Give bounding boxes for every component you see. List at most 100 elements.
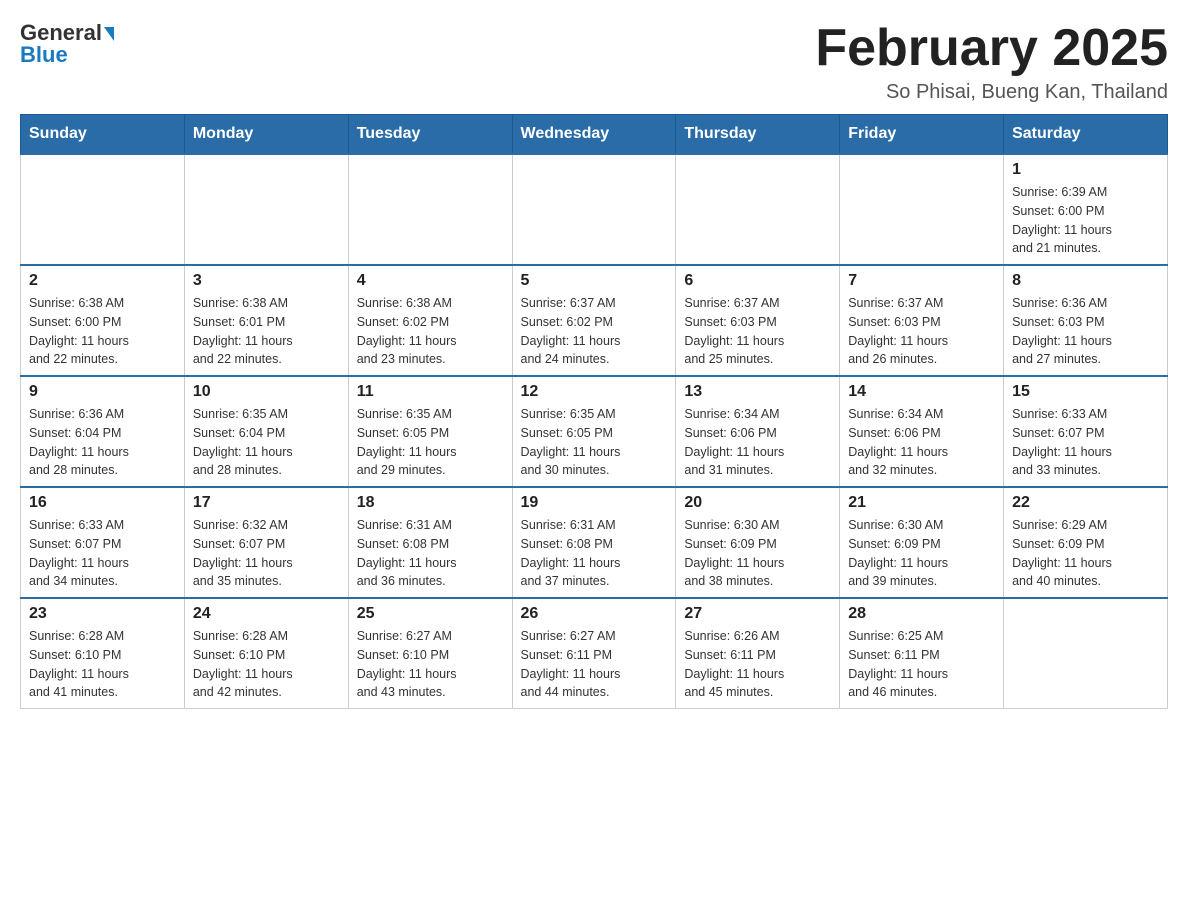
calendar-cell: 28 Sunrise: 6:25 AM Sunset: 6:11 PM Dayli… [840, 598, 1004, 709]
day-number: 6 [684, 272, 831, 290]
page-header: General Blue February 2025 So Phisai, Bu… [20, 20, 1168, 104]
weekday-header-wednesday: Wednesday [512, 115, 676, 155]
calendar-cell [184, 154, 348, 265]
day-number: 7 [848, 272, 995, 290]
calendar-table: SundayMondayTuesdayWednesdayThursdayFrid… [20, 114, 1168, 709]
calendar-cell: 8 Sunrise: 6:36 AM Sunset: 6:03 PM Daylig… [1004, 265, 1168, 376]
day-number: 20 [684, 494, 831, 512]
logo-triangle-icon [104, 27, 114, 41]
logo-blue-text: Blue [20, 42, 68, 68]
day-info: Sunrise: 6:35 AM Sunset: 6:05 PM Dayligh… [357, 405, 504, 480]
day-number: 10 [193, 383, 340, 401]
day-number: 5 [521, 272, 668, 290]
day-number: 18 [357, 494, 504, 512]
weekday-header-sunday: Sunday [21, 115, 185, 155]
day-info: Sunrise: 6:37 AM Sunset: 6:02 PM Dayligh… [521, 294, 668, 369]
day-info: Sunrise: 6:36 AM Sunset: 6:03 PM Dayligh… [1012, 294, 1159, 369]
day-info: Sunrise: 6:31 AM Sunset: 6:08 PM Dayligh… [357, 516, 504, 591]
day-info: Sunrise: 6:35 AM Sunset: 6:04 PM Dayligh… [193, 405, 340, 480]
day-info: Sunrise: 6:37 AM Sunset: 6:03 PM Dayligh… [684, 294, 831, 369]
day-number: 28 [848, 605, 995, 623]
day-number: 8 [1012, 272, 1159, 290]
day-info: Sunrise: 6:29 AM Sunset: 6:09 PM Dayligh… [1012, 516, 1159, 591]
calendar-cell: 15 Sunrise: 6:33 AM Sunset: 6:07 PM Dayli… [1004, 376, 1168, 487]
month-title: February 2025 [815, 20, 1168, 77]
calendar-cell: 3 Sunrise: 6:38 AM Sunset: 6:01 PM Daylig… [184, 265, 348, 376]
calendar-cell [21, 154, 185, 265]
calendar-cell: 26 Sunrise: 6:27 AM Sunset: 6:11 PM Dayli… [512, 598, 676, 709]
day-info: Sunrise: 6:37 AM Sunset: 6:03 PM Dayligh… [848, 294, 995, 369]
day-number: 9 [29, 383, 176, 401]
calendar-cell: 14 Sunrise: 6:34 AM Sunset: 6:06 PM Dayli… [840, 376, 1004, 487]
calendar-cell: 18 Sunrise: 6:31 AM Sunset: 6:08 PM Dayli… [348, 487, 512, 598]
calendar-week-1: 1 Sunrise: 6:39 AM Sunset: 6:00 PM Daylig… [21, 154, 1168, 265]
calendar-cell: 4Sunrise: 6:38 AM Sunset: 6:02 PM Daylig… [348, 265, 512, 376]
day-info: Sunrise: 6:30 AM Sunset: 6:09 PM Dayligh… [684, 516, 831, 591]
weekday-header-thursday: Thursday [676, 115, 840, 155]
day-number: 23 [29, 605, 176, 623]
calendar-cell: 7 Sunrise: 6:37 AM Sunset: 6:03 PM Daylig… [840, 265, 1004, 376]
calendar-cell: 20 Sunrise: 6:30 AM Sunset: 6:09 PM Dayli… [676, 487, 840, 598]
day-info: Sunrise: 6:28 AM Sunset: 6:10 PM Dayligh… [29, 627, 176, 702]
calendar-cell: 12 Sunrise: 6:35 AM Sunset: 6:05 PM Dayli… [512, 376, 676, 487]
calendar-cell [512, 154, 676, 265]
calendar-cell: 2Sunrise: 6:38 AM Sunset: 6:00 PM Daylig… [21, 265, 185, 376]
day-number: 3 [193, 272, 340, 290]
calendar-week-4: 16Sunrise: 6:33 AM Sunset: 6:07 PM Dayli… [21, 487, 1168, 598]
calendar-cell: 24 Sunrise: 6:28 AM Sunset: 6:10 PM Dayli… [184, 598, 348, 709]
day-number: 22 [1012, 494, 1159, 512]
day-number: 24 [193, 605, 340, 623]
calendar-cell [1004, 598, 1168, 709]
weekday-header-row: SundayMondayTuesdayWednesdayThursdayFrid… [21, 115, 1168, 155]
day-info: Sunrise: 6:30 AM Sunset: 6:09 PM Dayligh… [848, 516, 995, 591]
calendar-cell [840, 154, 1004, 265]
calendar-week-5: 23 Sunrise: 6:28 AM Sunset: 6:10 PM Dayli… [21, 598, 1168, 709]
day-info: Sunrise: 6:35 AM Sunset: 6:05 PM Dayligh… [521, 405, 668, 480]
day-info: Sunrise: 6:34 AM Sunset: 6:06 PM Dayligh… [684, 405, 831, 480]
calendar-cell: 13 Sunrise: 6:34 AM Sunset: 6:06 PM Dayli… [676, 376, 840, 487]
calendar-cell: 6 Sunrise: 6:37 AM Sunset: 6:03 PM Daylig… [676, 265, 840, 376]
day-info: Sunrise: 6:39 AM Sunset: 6:00 PM Dayligh… [1012, 183, 1159, 258]
calendar-cell: 19 Sunrise: 6:31 AM Sunset: 6:08 PM Dayli… [512, 487, 676, 598]
calendar-week-2: 2Sunrise: 6:38 AM Sunset: 6:00 PM Daylig… [21, 265, 1168, 376]
calendar-cell: 25Sunrise: 6:27 AM Sunset: 6:10 PM Dayli… [348, 598, 512, 709]
day-info: Sunrise: 6:25 AM Sunset: 6:11 PM Dayligh… [848, 627, 995, 702]
day-number: 26 [521, 605, 668, 623]
calendar-cell: 9Sunrise: 6:36 AM Sunset: 6:04 PM Daylig… [21, 376, 185, 487]
calendar-cell: 1 Sunrise: 6:39 AM Sunset: 6:00 PM Daylig… [1004, 154, 1168, 265]
day-number: 19 [521, 494, 668, 512]
day-number: 27 [684, 605, 831, 623]
calendar-cell: 17 Sunrise: 6:32 AM Sunset: 6:07 PM Dayli… [184, 487, 348, 598]
calendar-cell: 23 Sunrise: 6:28 AM Sunset: 6:10 PM Dayli… [21, 598, 185, 709]
calendar-week-3: 9Sunrise: 6:36 AM Sunset: 6:04 PM Daylig… [21, 376, 1168, 487]
day-number: 1 [1012, 161, 1159, 179]
day-info: Sunrise: 6:33 AM Sunset: 6:07 PM Dayligh… [29, 516, 176, 591]
day-number: 14 [848, 383, 995, 401]
weekday-header-friday: Friday [840, 115, 1004, 155]
calendar-cell: 10 Sunrise: 6:35 AM Sunset: 6:04 PM Dayli… [184, 376, 348, 487]
day-info: Sunrise: 6:34 AM Sunset: 6:06 PM Dayligh… [848, 405, 995, 480]
day-info: Sunrise: 6:31 AM Sunset: 6:08 PM Dayligh… [521, 516, 668, 591]
day-number: 4 [357, 272, 504, 290]
calendar-cell: 27 Sunrise: 6:26 AM Sunset: 6:11 PM Dayli… [676, 598, 840, 709]
calendar-cell: 5 Sunrise: 6:37 AM Sunset: 6:02 PM Daylig… [512, 265, 676, 376]
day-info: Sunrise: 6:26 AM Sunset: 6:11 PM Dayligh… [684, 627, 831, 702]
weekday-header-saturday: Saturday [1004, 115, 1168, 155]
day-number: 13 [684, 383, 831, 401]
day-number: 17 [193, 494, 340, 512]
day-info: Sunrise: 6:27 AM Sunset: 6:11 PM Dayligh… [521, 627, 668, 702]
day-info: Sunrise: 6:38 AM Sunset: 6:01 PM Dayligh… [193, 294, 340, 369]
day-number: 25 [357, 605, 504, 623]
day-info: Sunrise: 6:38 AM Sunset: 6:00 PM Dayligh… [29, 294, 176, 369]
calendar-cell: 21Sunrise: 6:30 AM Sunset: 6:09 PM Dayli… [840, 487, 1004, 598]
day-number: 15 [1012, 383, 1159, 401]
day-info: Sunrise: 6:33 AM Sunset: 6:07 PM Dayligh… [1012, 405, 1159, 480]
day-number: 12 [521, 383, 668, 401]
day-info: Sunrise: 6:32 AM Sunset: 6:07 PM Dayligh… [193, 516, 340, 591]
location-subtitle: So Phisai, Bueng Kan, Thailand [815, 81, 1168, 104]
logo: General Blue [20, 20, 114, 68]
calendar-cell: 16Sunrise: 6:33 AM Sunset: 6:07 PM Dayli… [21, 487, 185, 598]
day-number: 11 [357, 383, 504, 401]
day-info: Sunrise: 6:28 AM Sunset: 6:10 PM Dayligh… [193, 627, 340, 702]
calendar-cell: 11 Sunrise: 6:35 AM Sunset: 6:05 PM Dayli… [348, 376, 512, 487]
